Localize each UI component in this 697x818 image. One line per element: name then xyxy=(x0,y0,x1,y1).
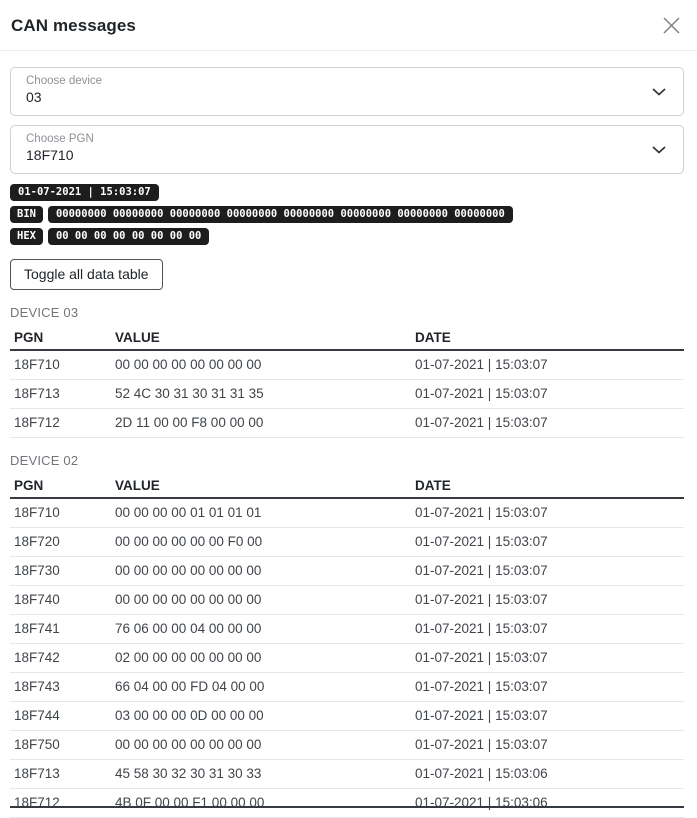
value-cell: 00 00 00 00 00 00 00 00 xyxy=(111,731,411,760)
table-row: 18F73000 00 00 00 00 00 00 0001-07-2021 … xyxy=(10,557,684,586)
date-cell: 01-07-2021 | 15:03:07 xyxy=(411,409,684,438)
message-preview: 01-07-2021 | 15:03:07 BIN 00000000 000000… xyxy=(10,184,684,245)
pgn-cell: 18F713 xyxy=(10,760,111,789)
table-row: 18F71352 4C 30 31 30 31 31 3501-07-2021 … xyxy=(10,380,684,409)
date-cell: 01-07-2021 | 15:03:07 xyxy=(411,586,684,615)
close-button[interactable] xyxy=(660,14,683,37)
can-messages-dialog: { "dialog": { "title": "CAN messages" },… xyxy=(0,0,697,810)
timestamp-badge: 01-07-2021 | 15:03:07 xyxy=(10,184,159,201)
chevron-down-icon xyxy=(652,146,666,154)
value-cell: 45 58 30 32 30 31 30 33 xyxy=(111,760,411,789)
date-cell: 01-07-2021 | 15:03:07 xyxy=(411,673,684,702)
partial-next-table-border xyxy=(10,806,684,808)
table-header-row: PGNVALUEDATE xyxy=(10,473,684,498)
pgn-cell: 18F713 xyxy=(10,380,111,409)
pgn-cell: 18F740 xyxy=(10,586,111,615)
hex-value-badge: 00 00 00 00 00 00 00 00 xyxy=(48,228,209,245)
value-cell: 52 4C 30 31 30 31 31 35 xyxy=(111,380,411,409)
column-header-date: DATE xyxy=(411,325,684,350)
table-row: 18F71345 58 30 32 30 31 30 3301-07-2021 … xyxy=(10,760,684,789)
pgn-select-label: Choose PGN xyxy=(26,133,643,145)
value-cell: 00 00 00 00 00 00 00 00 xyxy=(111,557,411,586)
page-title: CAN messages xyxy=(11,16,136,36)
pgn-cell: 18F720 xyxy=(10,528,111,557)
date-cell: 01-07-2021 | 15:03:07 xyxy=(411,731,684,760)
chevron-down-icon xyxy=(652,88,666,96)
pgn-cell: 18F712 xyxy=(10,409,111,438)
pgn-cell: 18F750 xyxy=(10,731,111,760)
device-table-title: DEVICE 03 xyxy=(10,305,684,320)
date-cell: 01-07-2021 | 15:03:06 xyxy=(411,760,684,789)
dialog-header: CAN messages xyxy=(0,0,697,51)
table-row: 18F7122D 11 00 00 F8 00 00 0001-07-2021 … xyxy=(10,409,684,438)
pgn-cell: 18F744 xyxy=(10,702,111,731)
pgn-cell: 18F712 xyxy=(10,789,111,818)
date-cell: 01-07-2021 | 15:03:07 xyxy=(411,350,684,380)
pgn-cell: 18F743 xyxy=(10,673,111,702)
table-row: 18F7124B 0F 00 00 F1 00 00 0001-07-2021 … xyxy=(10,789,684,818)
table-header-row: PGNVALUEDATE xyxy=(10,325,684,350)
bin-label-badge: BIN xyxy=(10,206,43,223)
value-cell: 00 00 00 00 00 00 00 00 xyxy=(111,350,411,380)
can-messages-table: PGNVALUEDATE 18F71000 00 00 00 01 01 01 … xyxy=(10,473,684,818)
date-cell: 01-07-2021 | 15:03:07 xyxy=(411,498,684,528)
date-cell: 01-07-2021 | 15:03:07 xyxy=(411,557,684,586)
device-table-title: DEVICE 02 xyxy=(10,453,684,468)
timestamp-row: 01-07-2021 | 15:03:07 xyxy=(10,184,684,201)
table-row: 18F74202 00 00 00 00 00 00 0001-07-2021 … xyxy=(10,644,684,673)
date-cell: 01-07-2021 | 15:03:07 xyxy=(411,644,684,673)
table-row: 18F74000 00 00 00 00 00 00 0001-07-2021 … xyxy=(10,586,684,615)
dialog-content: Choose device 03 Choose PGN 18F710 01-07… xyxy=(0,67,697,818)
table-row: 18F75000 00 00 00 00 00 00 0001-07-2021 … xyxy=(10,731,684,760)
pgn-select[interactable]: Choose PGN 18F710 xyxy=(10,125,684,174)
hex-label-badge: HEX xyxy=(10,228,43,245)
table-row: 18F71000 00 00 00 01 01 01 0101-07-2021 … xyxy=(10,498,684,528)
pgn-select-value: 18F710 xyxy=(26,147,643,163)
device-select-value: 03 xyxy=(26,89,643,105)
pgn-cell: 18F710 xyxy=(10,350,111,380)
table-body: 18F71000 00 00 00 00 00 00 0001-07-2021 … xyxy=(10,350,684,438)
device-select[interactable]: Choose device 03 xyxy=(10,67,684,116)
value-cell: 00 00 00 00 00 00 00 00 xyxy=(111,586,411,615)
can-messages-table: PGNVALUEDATE 18F71000 00 00 00 00 00 00 … xyxy=(10,325,684,438)
pgn-cell: 18F730 xyxy=(10,557,111,586)
device-table-section: DEVICE 02 PGNVALUEDATE 18F71000 00 00 00… xyxy=(10,453,684,818)
date-cell: 01-07-2021 | 15:03:06 xyxy=(411,789,684,818)
value-cell: 76 06 00 00 04 00 00 00 xyxy=(111,615,411,644)
value-cell: 2D 11 00 00 F8 00 00 00 xyxy=(111,409,411,438)
value-cell: 00 00 00 00 01 01 01 01 xyxy=(111,498,411,528)
device-table-section: DEVICE 03 PGNVALUEDATE 18F71000 00 00 00… xyxy=(10,305,684,438)
table-row: 18F71000 00 00 00 00 00 00 0001-07-2021 … xyxy=(10,350,684,380)
bin-row: BIN 00000000 00000000 00000000 00000000 0… xyxy=(10,206,684,223)
table-row: 18F72000 00 00 00 00 00 F0 0001-07-2021 … xyxy=(10,528,684,557)
hex-row: HEX 00 00 00 00 00 00 00 00 xyxy=(10,228,684,245)
value-cell: 4B 0F 00 00 F1 00 00 00 xyxy=(111,789,411,818)
toggle-all-data-table-button[interactable]: Toggle all data table xyxy=(10,259,163,290)
pgn-cell: 18F742 xyxy=(10,644,111,673)
date-cell: 01-07-2021 | 15:03:07 xyxy=(411,702,684,731)
value-cell: 66 04 00 00 FD 04 00 00 xyxy=(111,673,411,702)
table-row: 18F74176 06 00 00 04 00 00 0001-07-2021 … xyxy=(10,615,684,644)
table-row: 18F74403 00 00 00 0D 00 00 0001-07-2021 … xyxy=(10,702,684,731)
table-body: 18F71000 00 00 00 01 01 01 0101-07-2021 … xyxy=(10,498,684,818)
device-select-label: Choose device xyxy=(26,75,643,87)
pgn-cell: 18F741 xyxy=(10,615,111,644)
column-header-pgn: PGN xyxy=(10,473,111,498)
date-cell: 01-07-2021 | 15:03:07 xyxy=(411,380,684,409)
pgn-cell: 18F710 xyxy=(10,498,111,528)
close-icon xyxy=(662,23,681,38)
column-header-date: DATE xyxy=(411,473,684,498)
value-cell: 02 00 00 00 00 00 00 00 xyxy=(111,644,411,673)
date-cell: 01-07-2021 | 15:03:07 xyxy=(411,615,684,644)
value-cell: 03 00 00 00 0D 00 00 00 xyxy=(111,702,411,731)
device-tables: DEVICE 03 PGNVALUEDATE 18F71000 00 00 00… xyxy=(10,305,684,818)
column-header-pgn: PGN xyxy=(10,325,111,350)
value-cell: 00 00 00 00 00 00 F0 00 xyxy=(111,528,411,557)
date-cell: 01-07-2021 | 15:03:07 xyxy=(411,528,684,557)
column-header-value: VALUE xyxy=(111,325,411,350)
table-row: 18F74366 04 00 00 FD 04 00 0001-07-2021 … xyxy=(10,673,684,702)
column-header-value: VALUE xyxy=(111,473,411,498)
bin-value-badge: 00000000 00000000 00000000 00000000 0000… xyxy=(48,206,513,223)
